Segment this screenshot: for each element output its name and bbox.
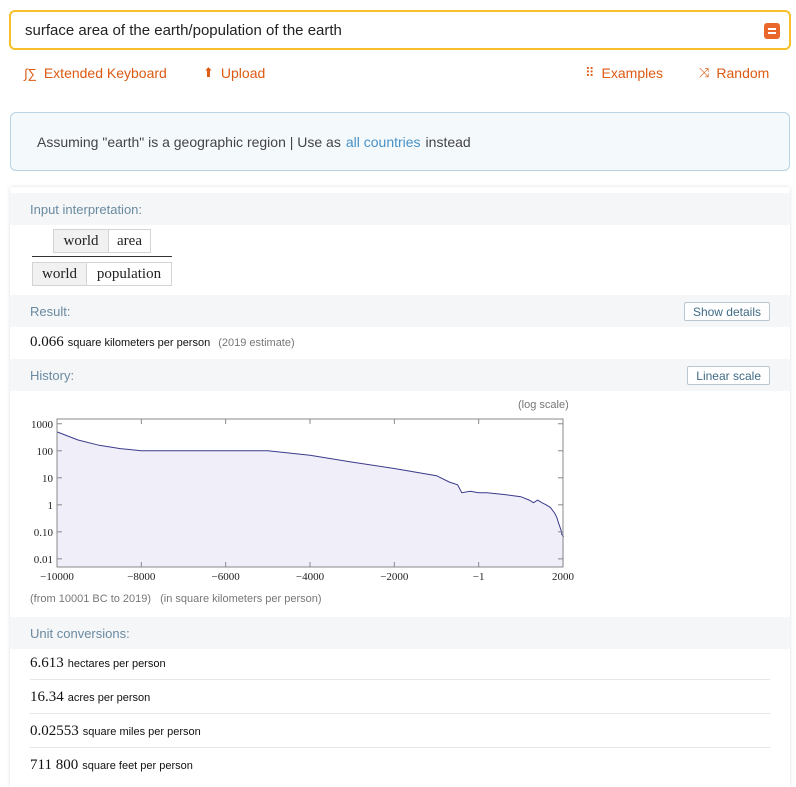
linear-scale-button[interactable]: Linear scale: [687, 366, 770, 385]
conversion-unit: square feet per person: [82, 760, 193, 772]
divider: [30, 747, 770, 748]
conversion-unit: hectares per person: [67, 658, 166, 670]
y-tick-label: 10: [42, 473, 54, 485]
divider: [30, 713, 770, 714]
unit-conversions-header: Unit conversions:: [10, 617, 790, 649]
y-tick-label: 0.10: [34, 527, 54, 539]
examples-label: Examples: [601, 65, 663, 81]
upload-icon: ⬆: [203, 65, 214, 80]
examples-button[interactable]: ⠿ Examples: [585, 63, 663, 83]
numerator-area: area: [108, 229, 151, 253]
search-box[interactable]: [9, 10, 791, 50]
extended-keyboard-button[interactable]: ∫∑ Extended Keyboard: [24, 63, 167, 83]
history-footnote: (from 10001 BC to 2019) (in square kilom…: [30, 593, 322, 605]
x-tick-label: −1: [473, 571, 485, 583]
conversion-unit: square miles per person: [82, 726, 201, 738]
conversion-value: 711 800: [30, 757, 79, 773]
random-button[interactable]: ⤨ Random: [699, 63, 769, 83]
result-value: 0.066: [30, 334, 64, 350]
x-tick-label: −2000: [380, 571, 409, 583]
input-interpretation-header: Input interpretation:: [10, 193, 790, 225]
result-title: Result:: [30, 303, 71, 319]
x-tick-label: −6000: [212, 571, 241, 583]
y-tick-label: 1000: [31, 419, 54, 431]
fraction-line: [32, 256, 172, 257]
unit-conversions-title: Unit conversions:: [30, 625, 130, 641]
history-unit-note: (in square kilometers per person): [160, 593, 322, 605]
conversion-value: 0.02553: [30, 723, 79, 739]
history-title: History:: [30, 367, 75, 383]
conversion-row: 0.02553 square miles per person: [30, 723, 201, 740]
assumption-text: Assuming "earth" is a geographic region …: [37, 133, 341, 150]
compute-icon[interactable]: [764, 23, 780, 39]
keyboard-icon: ∫∑: [24, 65, 37, 81]
result-unit: square kilometers per person: [67, 337, 211, 349]
result-note: (2019 estimate): [218, 337, 295, 349]
search-input[interactable]: [23, 12, 743, 48]
denominator-world: world: [32, 262, 87, 286]
conversion-value: 6.613: [30, 655, 64, 671]
upload-label: Upload: [220, 65, 266, 81]
result-header: Result: Show details: [10, 295, 790, 327]
numerator-world: world: [53, 229, 109, 253]
history-chart: −10000 −8000 −6000 −4000 −2000 −1 2000 1000 100 1…: [31, 418, 575, 583]
conversion-unit: acres per person: [67, 692, 151, 704]
conversion-row: 16.34 acres per person: [30, 689, 150, 706]
y-tick-label: 1: [48, 500, 54, 512]
y-tick-label: 100: [37, 446, 54, 458]
x-tick-label: −4000: [296, 571, 325, 583]
x-tick-label: 2000: [552, 571, 575, 583]
shuffle-icon: ⤨: [699, 65, 710, 80]
conversion-value: 16.34: [30, 689, 64, 705]
all-countries-link[interactable]: all countries: [346, 134, 421, 150]
random-label: Random: [716, 65, 770, 81]
grid-icon: ⠿: [585, 65, 595, 80]
divider: [30, 679, 770, 680]
extended-keyboard-label: Extended Keyboard: [43, 65, 167, 81]
history-area-fill: [57, 431, 564, 567]
denominator-population: population: [86, 262, 172, 286]
x-tick-label: −10000: [40, 571, 74, 583]
conversion-row: 6.613 hectares per person: [30, 655, 166, 672]
input-interpretation-title: Input interpretation:: [30, 201, 143, 217]
y-tick-label: 0.01: [34, 554, 53, 566]
upload-button[interactable]: ⬆ Upload: [203, 63, 265, 83]
conversion-row: 711 800 square feet per person: [30, 757, 193, 774]
results-panel: Input interpretation: world area world p…: [10, 187, 790, 787]
result-value-line: 0.066 square kilometers per person (2019…: [30, 334, 295, 351]
show-details-button[interactable]: Show details: [683, 302, 770, 321]
x-tick-label: −8000: [127, 571, 156, 583]
assumption-suffix: instead: [425, 133, 471, 150]
assumption-box: Assuming "earth" is a geographic region …: [10, 112, 790, 171]
history-header: History: Linear scale: [10, 359, 790, 391]
history-range-note: (from 10001 BC to 2019): [30, 593, 152, 605]
